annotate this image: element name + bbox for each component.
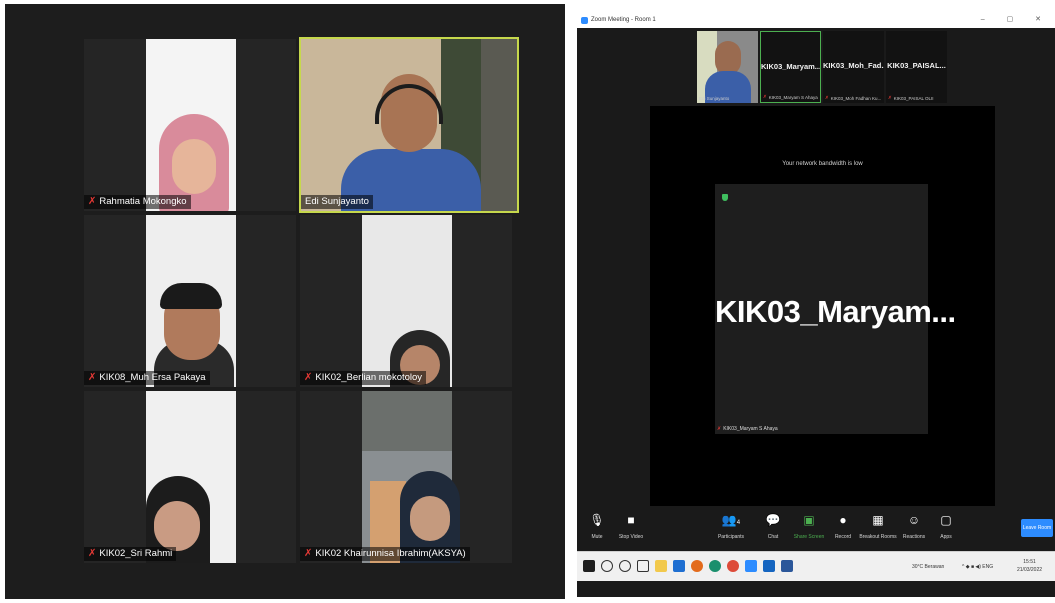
- zoom-meeting-window: Zoom Meeting - Room 1 – ▢ ✕ Edi Sunjayan…: [577, 12, 1055, 597]
- participant-tile-ersa[interactable]: ✗ KIK08_Muh Ersa Pakaya: [84, 215, 296, 387]
- window-controls[interactable]: – ▢ ✕: [981, 15, 1051, 23]
- chat-icon: 💬: [765, 513, 781, 527]
- breakout-rooms-icon: ▦: [872, 513, 884, 527]
- active-speaker-video[interactable]: KIK03_Maryam... ✗ KIK03_Maryam S Ahaya: [715, 184, 956, 434]
- mic-muted-icon: ✗: [304, 548, 313, 559]
- mic-muted-icon: ✗: [825, 95, 829, 100]
- breakout-rooms-button[interactable]: ▦ Breakout Rooms: [858, 512, 898, 540]
- strip-tile-maryam[interactable]: KIK03_Maryam... ✗ KIK03_Maryam S Ahaya: [760, 31, 821, 103]
- participant-name-label: Edi Sunjayanto: [301, 195, 373, 209]
- tray-icons: ^ ◆ ■ ◀): [962, 564, 981, 570]
- participant-name-label: ✗ KIK08_Muh Ersa Pakaya: [84, 371, 210, 385]
- gallery-view: ✗ Rahmatia Mokongko Edi Sunjayanto ✗ KIK…: [5, 4, 565, 599]
- strip-tile-paisal[interactable]: KIK03_PAISAL... ✗ KIK03_PAISAL OLII: [886, 31, 947, 103]
- participant-tile-edi[interactable]: Edi Sunjayanto: [299, 37, 519, 213]
- participant-name-label: ✗ KIK02_Berlian mokotoloy: [300, 371, 427, 385]
- leave-room-button[interactable]: Leave Room: [1021, 519, 1053, 537]
- taskbar-clock[interactable]: 15:51 21/03/2022: [1017, 558, 1042, 574]
- record-button[interactable]: ● Record: [823, 512, 863, 540]
- participants-button[interactable]: 👥4 Participants: [711, 512, 751, 540]
- mic-muted-icon: ✗: [717, 426, 722, 432]
- firefox-icon[interactable]: [691, 560, 703, 572]
- language-indicator: ENG: [982, 564, 994, 570]
- apps-button[interactable]: ▢ Apps: [926, 512, 966, 540]
- window-titlebar[interactable]: Zoom Meeting - Room 1 – ▢ ✕: [577, 12, 1055, 28]
- participant-name-label: ✗ KIK02 Khairunnisa Ibrahim(AKSYA): [300, 547, 470, 561]
- task-view-icon[interactable]: [637, 560, 649, 572]
- record-icon: ●: [839, 513, 847, 527]
- mic-muted-icon: ✗: [88, 196, 97, 207]
- window-title: Zoom Meeting - Room 1: [591, 17, 656, 23]
- participant-strip: Edi Sunjayanto KIK03_Maryam... ✗ KIK03_Ma…: [697, 31, 947, 103]
- meeting-toolbar: 🎙 Mute ■ Stop Video 👥4 Participants 💬 Ch…: [577, 509, 1055, 549]
- participant-face: [715, 41, 741, 75]
- wall-decor: [481, 39, 517, 211]
- bandwidth-notice: Your network bandwidth is low: [782, 161, 863, 167]
- speaker-stage: Your network bandwidth is low KIK03_Mary…: [650, 106, 995, 506]
- chat-button[interactable]: 💬 Chat: [753, 512, 793, 540]
- speaker-name-label: ✗ KIK03_Maryam S Ahaya: [717, 426, 778, 432]
- speaker-name: KIK03_Maryam...: [715, 294, 956, 329]
- participant-tile-berlian[interactable]: ✗ KIK02_Berlian mokotoloy: [300, 215, 512, 387]
- system-tray[interactable]: ^ ◆ ■ ◀) ENG: [962, 564, 993, 570]
- word-icon[interactable]: [781, 560, 793, 572]
- participants-icon: 👥4: [721, 513, 741, 527]
- strip-name-label: Edi Sunjayanto: [699, 96, 730, 101]
- strip-name-label: ✗ KIK03_PAISAL OLII: [888, 95, 934, 101]
- participant-tile-khairunnisa[interactable]: ✗ KIK02 Khairunnisa Ibrahim(AKSYA): [300, 391, 512, 563]
- chrome-icon[interactable]: [727, 560, 739, 572]
- cortana-icon[interactable]: [619, 560, 631, 572]
- mic-muted-icon: ✗: [304, 372, 313, 383]
- participant-hair: [160, 283, 222, 309]
- mic-muted-icon: ✗: [88, 372, 97, 383]
- strip-tile-edi[interactable]: Edi Sunjayanto: [697, 31, 758, 103]
- file-explorer-icon[interactable]: [655, 560, 667, 572]
- zoom-meeting-taskbar-icon[interactable]: [763, 560, 775, 572]
- roof-decor: [362, 391, 452, 451]
- strip-name-label: ✗ KIK03_Maryam S Ahaya: [763, 94, 818, 100]
- video-camera-icon: ■: [627, 513, 635, 527]
- strip-name-label: ✗ KIK03_Moh Fadhan Ku...: [825, 95, 882, 101]
- mic-muted-icon: ✗: [763, 94, 767, 99]
- participant-name-label: ✗ Rahmatia Mokongko: [84, 195, 191, 209]
- stop-video-button[interactable]: ■ Stop Video: [611, 512, 651, 540]
- zoom-taskbar-icon[interactable]: [745, 560, 757, 572]
- participant-name-label: ✗ KIK02_Sri Rahmi: [84, 547, 177, 561]
- participant-tile-sri[interactable]: ✗ KIK02_Sri Rahmi: [84, 391, 296, 563]
- participant-face: [172, 139, 216, 194]
- shield-icon: [722, 194, 728, 201]
- weather-widget[interactable]: 30°C Berawan: [912, 564, 944, 570]
- participant-face: [154, 501, 200, 551]
- zoom-app-icon: [581, 16, 588, 24]
- participant-tile-rahmatia[interactable]: ✗ Rahmatia Mokongko: [84, 39, 296, 211]
- participant-face: [410, 496, 450, 541]
- windows-taskbar: 30°C Berawan ^ ◆ ■ ◀) ENG 15:51 21/03/20…: [577, 551, 1055, 581]
- apps-icon: ▢: [940, 513, 952, 527]
- start-menu-icon[interactable]: [583, 560, 595, 572]
- screenshot-composite: ✗ Rahmatia Mokongko Edi Sunjayanto ✗ KIK…: [0, 0, 1055, 603]
- strip-tile-fadhan[interactable]: KIK03_Moh_Fad... ✗ KIK03_Moh Fadhan Ku...: [823, 31, 884, 103]
- mic-muted-icon: ✗: [888, 95, 892, 100]
- search-icon[interactable]: [601, 560, 613, 572]
- mic-muted-icon: ✗: [88, 548, 97, 559]
- store-icon[interactable]: [673, 560, 685, 572]
- edge-icon[interactable]: [709, 560, 721, 572]
